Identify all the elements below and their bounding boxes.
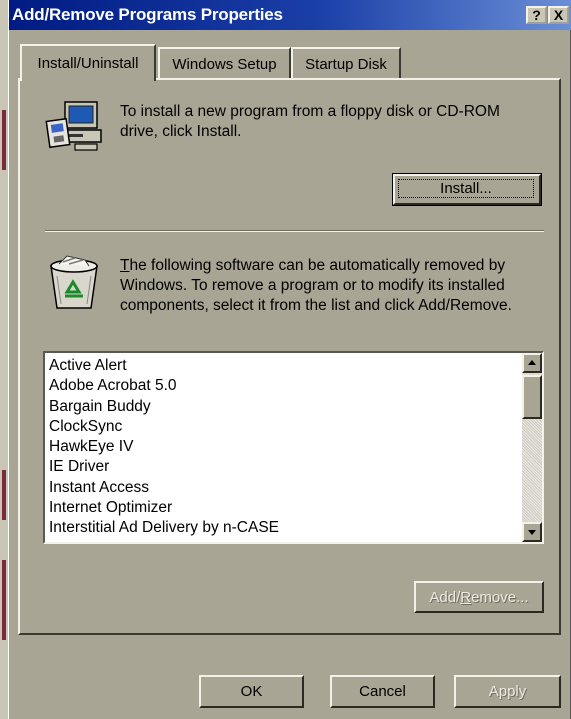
list-item[interactable]: Interstitial Ad Delivery by n-CASE [47,518,517,538]
close-icon: X [553,7,564,23]
install-description: To install a new program from a floppy d… [120,103,500,140]
help-icon: ? [532,7,541,23]
scroll-thumb[interactable] [522,375,542,419]
apply-button-label: Apply [488,683,527,700]
remove-description: The following software can be automatica… [120,256,552,316]
list-item[interactable]: Internet Optimizer [47,498,517,518]
list-scrollbar[interactable] [522,353,542,542]
remove-description-text: he following software can be automatical… [120,257,512,314]
list-item[interactable]: Active Alert [47,356,517,376]
recycle-bin-icon [50,255,98,309]
help-button[interactable]: ? [526,6,547,24]
window-title: Add/Remove Programs Properties [12,5,283,24]
arrow-up-icon [528,360,536,365]
install-button[interactable]: Install... [392,173,542,206]
apply-button[interactable]: Apply [454,675,561,708]
list-item[interactable]: Instant Access [47,478,517,498]
tab-windows-setup[interactable]: Windows Setup [158,47,291,79]
title-bar[interactable]: Add/Remove Programs Properties ? X [9,0,571,30]
cancel-button[interactable]: Cancel [330,675,435,708]
add-remove-label-accel: R [460,588,472,606]
tab-label: Startup Disk [305,55,387,73]
list-item[interactable]: Bargain Buddy [47,397,517,417]
list-item[interactable]: ClockSync [47,417,517,437]
installed-programs-list[interactable]: Active Alert Adobe Acrobat 5.0 Bargain B… [43,351,544,544]
tab-install-uninstall[interactable]: Install/Uninstall [20,44,156,81]
add-remove-button[interactable]: Add/Remove... [414,581,544,613]
ok-button[interactable]: OK [199,675,304,708]
arrow-down-icon [528,530,536,535]
scroll-down-button[interactable] [522,522,542,542]
properties-dialog: Add/Remove Programs Properties ? X Insta… [9,0,571,719]
list-item[interactable]: IE Driver [47,457,517,477]
background-stripe [2,110,6,170]
background-stripe [2,560,6,640]
list-item[interactable]: HawkEye IV [47,437,517,457]
tab-label: Windows Setup [172,55,277,73]
background-stripe [2,470,6,520]
tab-label: Install/Uninstall [37,55,139,72]
computer-with-disk-icon [45,101,102,151]
scroll-up-button[interactable] [522,353,542,373]
tab-startup-disk[interactable]: Startup Disk [291,47,401,79]
ok-button-label: OK [240,683,263,700]
list-item[interactable]: Adobe Acrobat 5.0 [47,376,517,396]
program-list-items: Active Alert Adobe Acrobat 5.0 Bargain B… [47,356,517,539]
section-divider [45,230,544,232]
background-window-edge [0,0,9,719]
install-button-label: Install... [440,180,492,197]
add-remove-label-prefix: Add/ [429,588,461,606]
close-button[interactable]: X [548,6,569,24]
cancel-button-label: Cancel [359,683,406,700]
add-remove-label-suffix: emove... [471,588,529,606]
